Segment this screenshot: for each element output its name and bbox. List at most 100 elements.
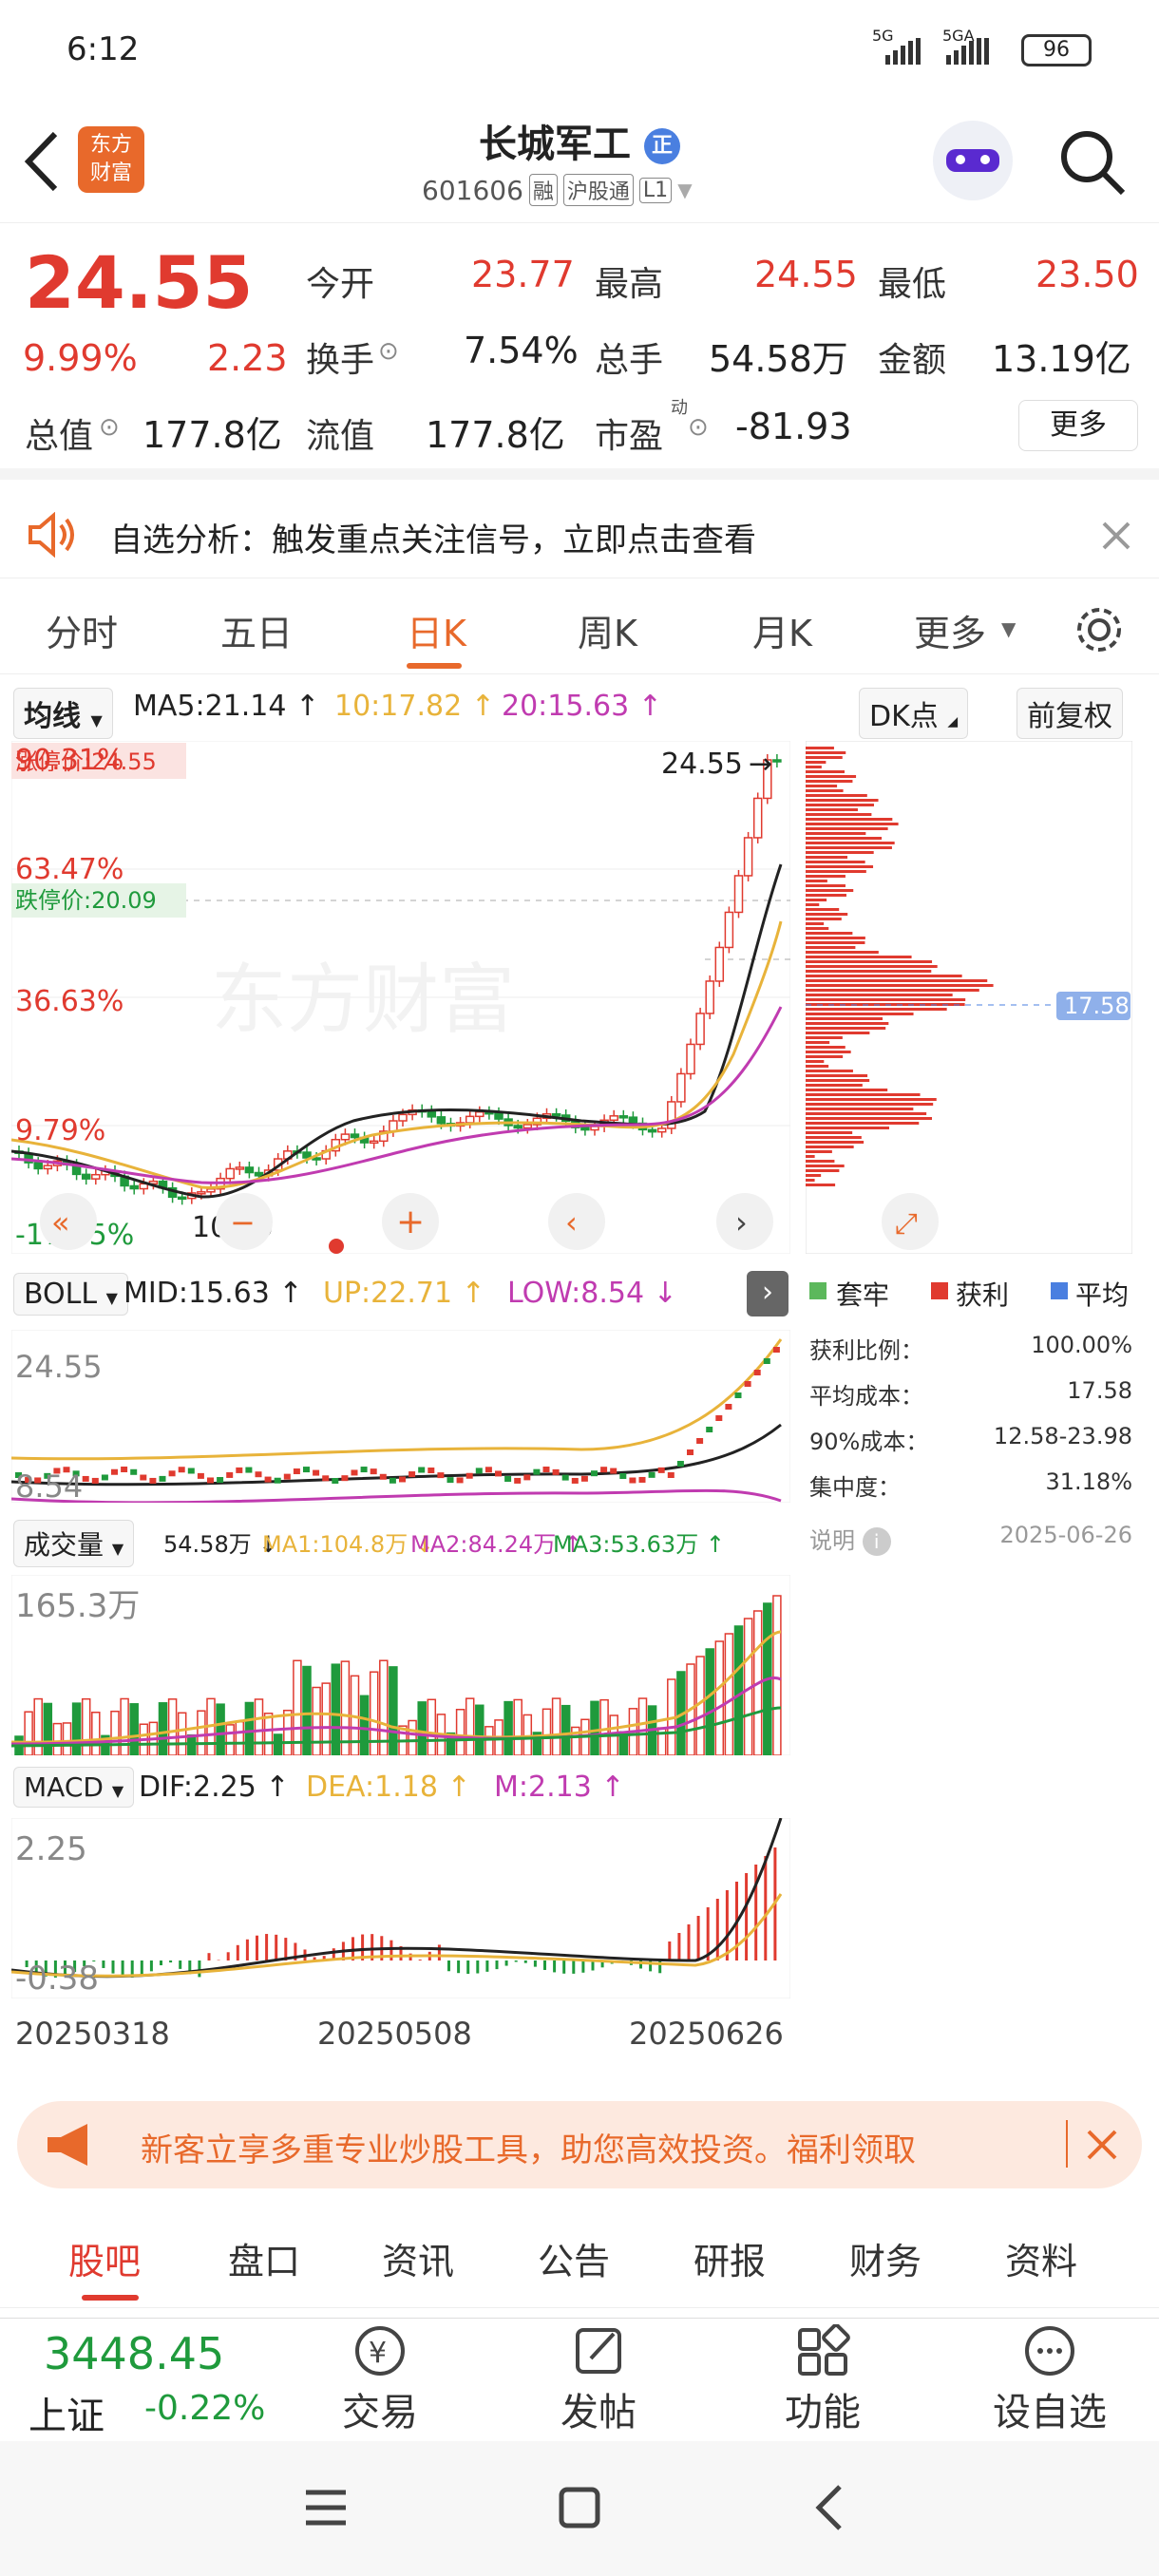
indicator-select[interactable]: 均线 ▼ — [13, 688, 113, 739]
tab-more[interactable]: 更多 — [914, 604, 986, 656]
features-label: 功能 — [785, 2391, 861, 2434]
kline-chart-area: 均线 ▼ MA5:21.14 ↑ 10:17.82 ↑ 20:15.63 ↑ D… — [0, 676, 1159, 2082]
menu-icon[interactable] — [304, 2487, 348, 2529]
ma10-value: 10:17.82 ↑ — [334, 690, 495, 723]
promo-banner[interactable]: 新客立享多重专业炒股工具，助您高效投资。福利领取 — [17, 2101, 1142, 2188]
average-legend-label: 平均 — [1075, 1279, 1130, 1311]
change-amount: 2.23 — [207, 337, 288, 379]
collapse-right-button[interactable]: › — [747, 1271, 788, 1316]
macd-dif: DIF:2.25 ↑ — [139, 1771, 290, 1804]
profit-legend-label: 获利 — [956, 1279, 1010, 1311]
macd-select[interactable]: MACD ▼ — [13, 1767, 135, 1808]
index-name[interactable]: 上证 — [28, 2385, 104, 2440]
plus-icon[interactable]: + — [396, 1203, 425, 1241]
volume-top-label: 165.3万 — [15, 1587, 140, 1625]
promo-text: 新客立享多重专业炒股工具，助您高效投资。福利领取 — [141, 2131, 916, 2169]
chevron-down-icon[interactable]: ▼ — [677, 179, 692, 201]
content-tabs: 股吧 盘口 资讯 公告 研报 财务 资料 — [0, 2204, 1159, 2308]
minus-icon[interactable]: − — [230, 1204, 256, 1241]
post-label: 发帖 — [560, 2391, 636, 2434]
ma5-value: MA5:21.14 ↑ — [133, 690, 320, 723]
tab-research[interactable]: 研报 — [694, 2232, 766, 2284]
home-icon[interactable] — [559, 2487, 600, 2529]
boll-low: LOW:8.54 ↓ — [507, 1277, 677, 1310]
tab-weekly-k[interactable]: 周K — [578, 604, 637, 656]
stat-row: 平均成本： 17.58 — [809, 1377, 1132, 1423]
expand-icon[interactable]: ⤢ — [895, 1207, 918, 1241]
boll-select-label: BOLL — [24, 1278, 98, 1311]
stat-label: 集中度： — [809, 1474, 901, 1501]
caret-down-icon: ▼ — [111, 1782, 124, 1800]
volume-value: 54.58万 ↓ — [163, 1531, 278, 1558]
stat-label: 平均成本： — [809, 1383, 923, 1410]
status-bar: 6:12 5G 5GA 96 — [0, 0, 1159, 100]
back-nav-icon[interactable] — [813, 2483, 846, 2532]
macd-dea: DEA:1.18 ↑ — [306, 1771, 471, 1804]
robot-avatar[interactable] — [933, 121, 1013, 200]
label-market-cap: 总值 — [25, 417, 94, 456]
tab-orderbook[interactable]: 盘口 — [228, 2232, 300, 2284]
macd-select-label: MACD — [24, 1771, 104, 1803]
tab-intraday[interactable]: 分时 — [46, 604, 118, 656]
chip-distribution-chart[interactable]: 17.58 ⤢ — [806, 741, 1132, 1254]
dk-select[interactable]: DK点 ◢ — [859, 688, 969, 739]
banner-text: 自选分析：触发重点关注信号，立即点击查看 — [110, 521, 756, 559]
add-watchlist-label: 设自选 — [993, 2391, 1107, 2434]
tab-profile[interactable]: 资料 — [1005, 2232, 1077, 2284]
arrow-right-icon: → — [749, 748, 772, 781]
volume-select-label: 成交量 — [24, 1529, 104, 1561]
volume-chart[interactable]: 165.3万 — [11, 1575, 790, 1755]
volume-select[interactable]: 成交量 ▼ — [13, 1520, 135, 1567]
info-icon[interactable]: ⊙ — [378, 337, 399, 366]
caret-down-icon: ▼ — [105, 1289, 118, 1307]
tab-monthly-k[interactable]: 月K — [752, 604, 812, 656]
tab-finance[interactable]: 财务 — [849, 2232, 922, 2284]
grid-apps-icon — [798, 2323, 850, 2376]
tab-daily-k[interactable]: 日K — [407, 604, 466, 656]
current-price: 24.55 — [25, 240, 254, 325]
adjust-select[interactable]: 前复权 — [1016, 688, 1123, 739]
value-amount: 13.19亿 — [992, 338, 1131, 380]
analysis-banner[interactable]: 自选分析：触发重点关注信号，立即点击查看 — [0, 491, 1159, 578]
double-left-icon[interactable]: « — [51, 1204, 70, 1241]
trade-button[interactable]: ¥ 交易 — [323, 2324, 437, 2436]
boll-select[interactable]: BOLL ▼ — [13, 1273, 128, 1316]
chevron-right-icon[interactable]: › — [735, 1204, 748, 1241]
info-icon[interactable]: ⊙ — [99, 413, 120, 442]
date-label-mid: 20250508 — [317, 2016, 472, 2052]
tab-five-day[interactable]: 五日 — [220, 604, 293, 656]
status-badge: 正 — [643, 128, 680, 164]
close-icon[interactable] — [1085, 2128, 1119, 2162]
note-label: 说明 — [809, 1527, 855, 1554]
info-icon[interactable]: ⊙ — [688, 413, 709, 442]
battery-icon: 96 — [1021, 34, 1092, 66]
macd-chart[interactable]: 2.25 -0.38 — [11, 1818, 790, 1998]
note-link[interactable]: 说明 i — [809, 1522, 891, 1567]
settings-gear-icon[interactable] — [1074, 604, 1125, 655]
post-button[interactable]: 发帖 — [542, 2324, 656, 2436]
boll-chart[interactable]: 24.55 8.54 — [11, 1330, 790, 1503]
search-icon[interactable] — [1056, 126, 1129, 199]
stat-value: 100.00% — [1031, 1332, 1132, 1358]
more-button[interactable]: 更多 — [1018, 400, 1138, 451]
label-turnover: 换手 — [306, 341, 375, 380]
edit-icon — [576, 2328, 621, 2374]
value-float-cap: 177.8亿 — [426, 414, 565, 456]
macd-m: M:2.13 ↑ — [494, 1771, 625, 1804]
kline-main-chart[interactable]: 东方财富 涨停价:24.55 跌停价:20.09 90.31% 63.47% 3… — [11, 741, 790, 1254]
tab-news[interactable]: 资讯 — [382, 2232, 454, 2284]
avg-cost-label: 17.58 — [1064, 993, 1130, 1019]
y-label-top: 90.31% — [15, 744, 124, 777]
stat-row: 集中度： 31.18% — [809, 1468, 1132, 1514]
date-label-start: 20250318 — [15, 2016, 170, 2052]
tab-forum[interactable]: 股吧 — [68, 2232, 141, 2284]
boll-mid: MID:15.63 ↑ — [124, 1277, 303, 1310]
index-value[interactable]: 3448.45 — [44, 2328, 224, 2379]
add-watchlist-button[interactable]: 设自选 — [969, 2324, 1130, 2436]
chip-stats: 获利比例： 100.00% 平均成本： 17.58 90%成本： 12.58-23.9… — [809, 1332, 1132, 1567]
tab-announcements[interactable]: 公告 — [538, 2232, 610, 2284]
index-change[interactable]: -0.22% — [144, 2389, 265, 2428]
chevron-left-icon[interactable]: ‹ — [565, 1204, 578, 1241]
features-button[interactable]: 功能 — [766, 2323, 880, 2436]
close-icon[interactable] — [1100, 520, 1132, 552]
